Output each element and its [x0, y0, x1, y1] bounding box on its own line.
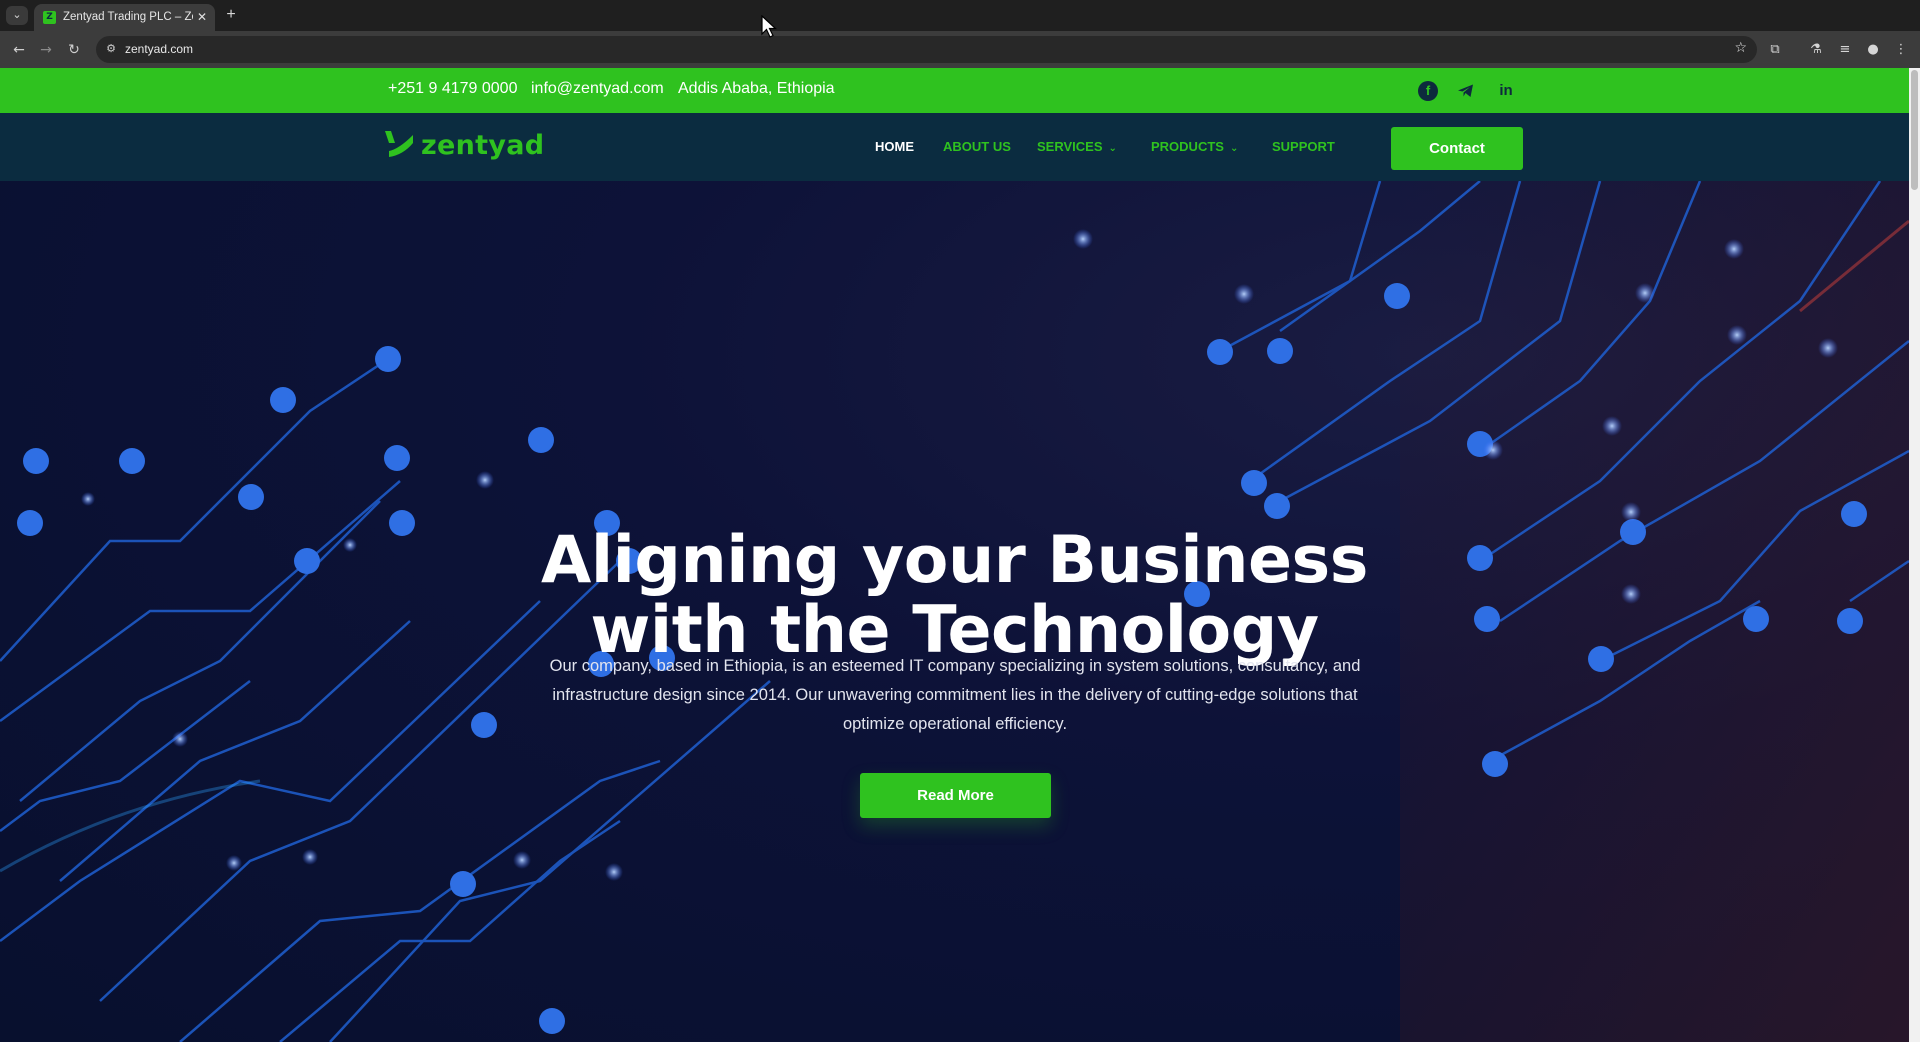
facebook-icon[interactable]: f: [1418, 81, 1438, 101]
chevron-down-icon: ⌄: [1229, 143, 1239, 154]
browser-tab[interactable]: Z Zentyad Trading PLC – Ze ✕: [34, 4, 215, 31]
phone-number[interactable]: +251 9 4179 0000: [388, 80, 517, 98]
url-text[interactable]: zentyad.com: [125, 42, 193, 56]
mouse-cursor-icon: [761, 15, 777, 38]
nav-support[interactable]: SUPPORT: [1272, 139, 1335, 154]
back-icon[interactable]: ←: [8, 39, 30, 61]
hero-section: Aligning your Business with the Technolo…: [0, 181, 1909, 1042]
address-bar[interactable]: ⚙ zentyad.com ☆: [96, 36, 1757, 63]
nav-services[interactable]: SERVICES ⌄: [1037, 139, 1117, 154]
extensions-icon[interactable]: ⧉: [1765, 40, 1785, 60]
reload-icon[interactable]: ↻: [63, 39, 85, 61]
labs-icon[interactable]: ⚗: [1806, 40, 1826, 60]
menu-icon[interactable]: ⋮: [1891, 40, 1911, 60]
page-scrollbar[interactable]: [1909, 68, 1920, 1042]
profile-icon[interactable]: ●: [1863, 40, 1883, 60]
tab-list-icon[interactable]: ⌄: [6, 6, 28, 25]
email-link[interactable]: info@zentyad.com: [531, 80, 664, 98]
nav-about-us[interactable]: ABOUT US: [943, 139, 1011, 154]
hero-description: Our company, based in Ethiopia, is an es…: [549, 657, 1361, 733]
contact-bar: +251 9 4179 0000 info@zentyad.com Addis …: [0, 68, 1909, 113]
hero-title-line1: Aligning your Business: [541, 523, 1368, 598]
scrollbar-thumb[interactable]: [1911, 70, 1918, 190]
site-info-icon[interactable]: ⚙: [104, 42, 118, 56]
nav-products[interactable]: PRODUCTS ⌄: [1151, 139, 1238, 154]
hero-title: Aligning your Business with the Technolo…: [480, 526, 1429, 666]
page-viewport: +251 9 4179 0000 info@zentyad.com Addis …: [0, 68, 1920, 1042]
media-icon[interactable]: ≡: [1835, 40, 1855, 60]
logo-text[interactable]: zentyad: [421, 130, 544, 161]
read-more-button[interactable]: Read More: [860, 773, 1051, 818]
nav-products-label: PRODUCTS: [1151, 139, 1224, 154]
browser-toolbar: ← → ↻ ⚙ zentyad.com ☆ ⧉ ⚗ ≡ ● ⋮: [0, 31, 1920, 68]
logo-mark-icon[interactable]: [383, 129, 415, 159]
linkedin-icon[interactable]: in: [1496, 81, 1516, 101]
forward-icon[interactable]: →: [35, 39, 57, 61]
nav-services-label: SERVICES: [1037, 139, 1103, 154]
tab-title: Zentyad Trading PLC – Ze: [63, 11, 193, 23]
browser-tab-bar: ⌄ Z Zentyad Trading PLC – Ze ✕ +: [0, 0, 1920, 31]
favicon-icon: Z: [43, 11, 56, 24]
nav-home[interactable]: HOME: [875, 139, 914, 154]
chevron-down-icon: ⌄: [1108, 143, 1117, 154]
telegram-icon[interactable]: [1456, 81, 1476, 101]
main-navbar: zentyad HOME ABOUT US SERVICES ⌄ PRODUCTS…: [0, 113, 1909, 181]
contact-button[interactable]: Contact: [1391, 127, 1523, 170]
bookmark-star-icon[interactable]: ☆: [1734, 40, 1747, 56]
new-tab-icon[interactable]: +: [222, 6, 240, 24]
location-text: Addis Ababa, Ethiopia: [678, 80, 835, 97]
close-icon[interactable]: ✕: [194, 9, 210, 25]
